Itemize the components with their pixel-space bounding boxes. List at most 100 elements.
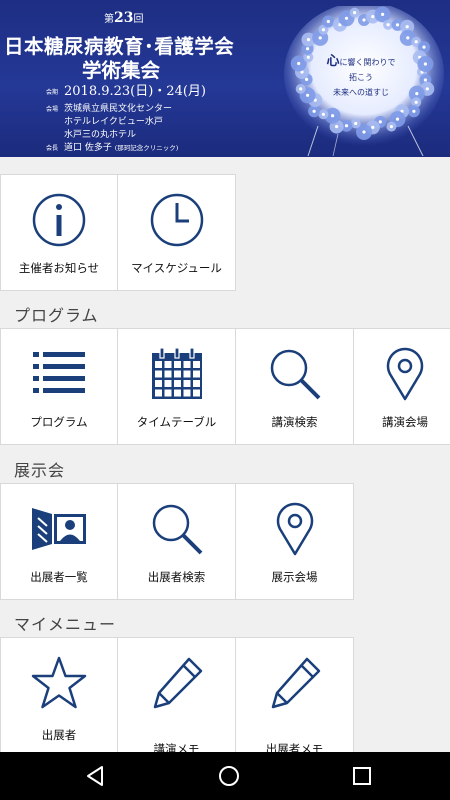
motto-line3: 未来への道すじ <box>333 88 389 97</box>
list-icon <box>1 343 117 405</box>
info-icon <box>1 189 117 251</box>
tile-my-schedule[interactable]: マイスケジュール <box>118 174 236 291</box>
wreath-flower-center <box>344 124 349 128</box>
calendar-cell <box>192 380 200 387</box>
edition-suffix: 回 <box>133 14 144 25</box>
venue-2: ホテルレイクビュー水戸 <box>64 117 163 127</box>
section-title-mymenu: マイメニュー <box>14 615 117 634</box>
tile-organizer-notices[interactable]: 主催者お知らせ <box>0 174 118 291</box>
tile-lecture-search[interactable]: 講演検索 <box>236 328 354 445</box>
tile-label: 出展者 <box>41 728 77 742</box>
motto-line1-text: に響く関わりで <box>339 58 396 67</box>
calendar-cell <box>154 361 162 368</box>
calendar-cell <box>164 361 171 368</box>
program-tiles-row: プログラム タイムテーブル 講演検索 講演会場 <box>0 328 450 445</box>
wreath-flower-center <box>381 12 385 16</box>
wreath-flower-center <box>405 25 409 29</box>
clock-icon <box>118 189 235 251</box>
calendar-cell <box>192 370 200 378</box>
conference-date: 会期 2018.9.23(日)・24(月) <box>46 80 206 99</box>
search-icon <box>118 498 235 560</box>
tile-exhibitor-favorites[interactable]: 出展者 <box>0 637 118 754</box>
calendar-cell <box>173 361 181 368</box>
calendar-cell <box>173 389 181 397</box>
calendar-cell <box>164 389 171 397</box>
star-icon <box>1 652 117 714</box>
top-tiles-row: 主催者お知らせ マイスケジュール <box>0 174 236 291</box>
recents-icon[interactable] <box>350 764 374 788</box>
presentation-icon <box>1 498 117 560</box>
tile-program[interactable]: プログラム <box>0 328 118 445</box>
tile-exhibitor-list[interactable]: 出展者一覧 <box>0 483 118 600</box>
tile-label: 出展者検索 <box>147 570 206 584</box>
tile-label: 展示会場 <box>271 570 318 584</box>
tile-label: タイムテーブル <box>136 415 217 429</box>
wreath-flower-center <box>312 109 316 113</box>
motto-big: 心 <box>326 54 340 69</box>
calendar-cell <box>183 380 190 387</box>
wreath-flower-center <box>354 121 358 126</box>
calendar-cell <box>183 389 190 397</box>
home-icon[interactable] <box>217 764 241 788</box>
wreath-flower-center <box>335 125 339 129</box>
wreath-flower-center <box>414 100 418 104</box>
banner-text-block: 第23回 日本糖尿病教育･看護学会 学術集会 会期 2018.9.23(日)・24… <box>0 0 300 157</box>
wreath-flower-center <box>331 114 335 118</box>
tile-lecture-venue[interactable]: 講演会場 <box>354 328 450 445</box>
calendar-cell <box>154 389 162 397</box>
wreath-flower-center <box>422 45 426 49</box>
calendar-cell <box>164 370 171 378</box>
conference-title-line2: 学術集会 <box>82 59 161 82</box>
calendar-cell <box>192 361 200 368</box>
venue-3: 水戸三の丸ホテル <box>64 130 137 140</box>
chair-tag: 会長 <box>46 145 59 152</box>
wreath-flower-center <box>386 23 390 27</box>
wreath-flower-center <box>362 130 366 134</box>
back-icon[interactable] <box>84 764 108 788</box>
wreath-flower-center <box>412 109 416 113</box>
tile-exhibitor-search[interactable]: 出展者検索 <box>118 483 236 600</box>
tile-exhibitor-memo[interactable]: 出展者メモ <box>236 637 354 756</box>
mymenu-tiles-row: 出展者 講演メモ 出展者メモ <box>0 637 354 756</box>
tile-timetable[interactable]: タイムテーブル <box>118 328 236 445</box>
wreath-flower-center <box>344 16 349 20</box>
section-title-program: プログラム <box>14 306 99 325</box>
calendar-cell <box>164 380 171 387</box>
tile-lecture-memo[interactable]: 講演メモ <box>118 637 236 756</box>
calendar-cell <box>192 389 200 397</box>
pencil-icon <box>236 652 353 714</box>
section-title-exhibition: 展示会 <box>14 461 66 480</box>
calendar-cell <box>183 370 190 378</box>
wreath-flower-center <box>406 36 410 40</box>
wreath-flower-center <box>299 87 303 91</box>
pencil-icon <box>118 652 235 714</box>
tile-label: マイスケジュール <box>131 261 222 275</box>
calendar-icon <box>118 343 235 405</box>
conference-banner: 第23回 日本糖尿病教育･看護学会 学術集会 会期 2018.9.23(日)・24… <box>0 0 450 157</box>
edition-label: 第23回 <box>104 10 143 26</box>
wreath-flower-center <box>297 61 301 66</box>
chair-affiliation: (那珂記念クリニック) <box>114 144 179 152</box>
venue-1-name: 茨城県立県民文化センター <box>64 104 173 114</box>
calendar-cell <box>173 370 181 378</box>
venue-1: 会場 茨城県立県民文化センター <box>46 101 172 114</box>
tile-label: 出展者一覧 <box>30 570 88 584</box>
wreath-flower-center <box>395 117 400 121</box>
wreath-flower-center <box>425 87 429 91</box>
wreath-flower-center <box>318 36 322 40</box>
motto-text: 心に響く関わりで 拓こう 未来への道すじ <box>306 54 416 100</box>
wreath-flower-center <box>353 11 357 15</box>
system-nav-bar <box>0 752 450 800</box>
exhibition-tiles-row: 出展者一覧 出展者検索 展示会場 <box>0 483 354 600</box>
wreath-flower-center <box>389 125 393 129</box>
edition-prefix: 第 <box>104 14 114 25</box>
calendar-cell <box>154 380 162 387</box>
wreath-flower-center <box>306 47 310 51</box>
map-pin-icon <box>236 498 353 560</box>
wreath-flower-center <box>306 38 311 42</box>
wreath-flower-center <box>378 120 382 124</box>
calendar-cell <box>154 370 162 378</box>
venue-tag: 会場 <box>46 106 59 113</box>
calendar-cell <box>173 380 181 387</box>
tile-exhibition-venue[interactable]: 展示会場 <box>236 483 354 600</box>
